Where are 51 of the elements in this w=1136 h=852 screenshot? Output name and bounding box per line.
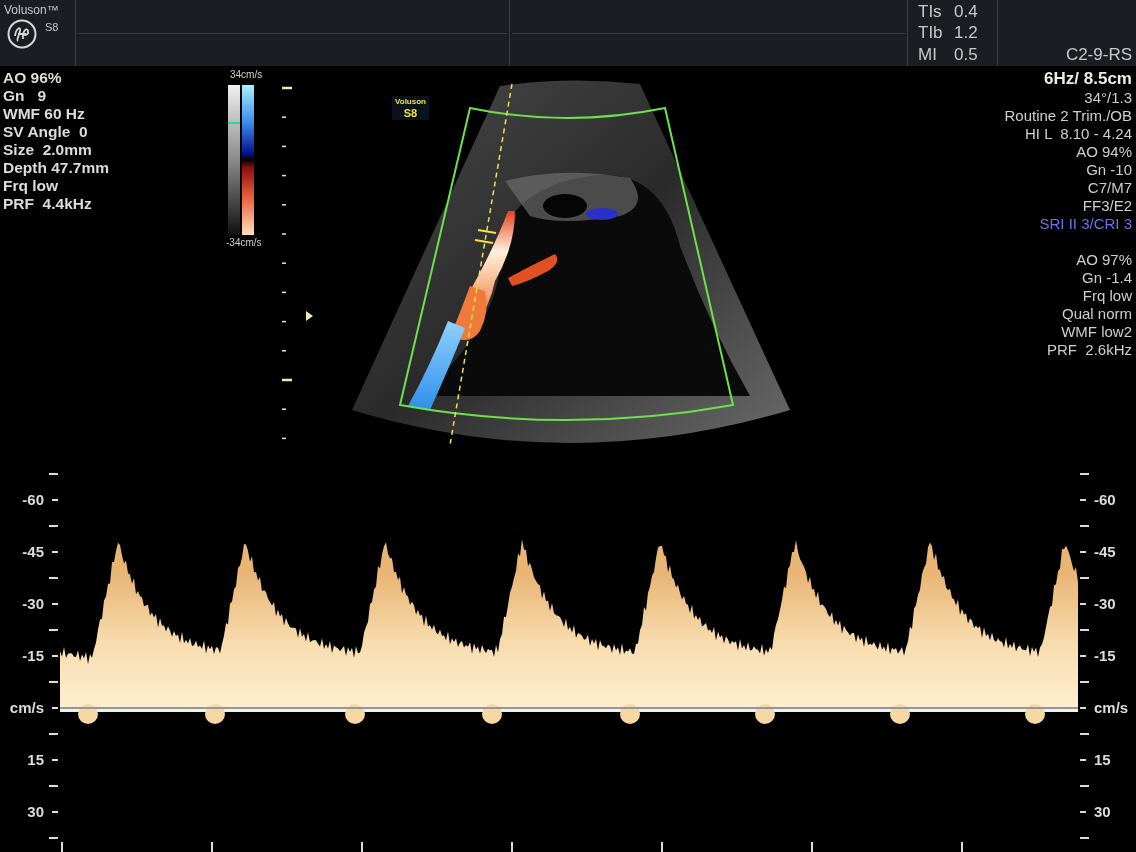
parameter-text: SV Angle 0 — [3, 123, 89, 141]
parameter-text: Qual norm — [1061, 305, 1132, 323]
image-watermark-label: Voluson S8 — [392, 96, 429, 120]
parameter-text: Gn -10 — [1086, 161, 1132, 179]
parameter-text: FF3/E2 — [1082, 197, 1132, 215]
axis-label: 15 — [1094, 750, 1111, 770]
index-label: TIb — [918, 23, 944, 45]
axis-label: cm/s — [1094, 698, 1129, 718]
axis-label: 30 — [1094, 802, 1111, 822]
parameter-text: PRF 2.6kHz — [1046, 341, 1132, 359]
parameter-text: 6Hz/ 8.5cm — [1044, 69, 1132, 89]
axis-label: 15 — [27, 750, 44, 770]
index-label: TIs — [918, 2, 943, 23]
axis-label: -60 — [22, 490, 44, 510]
axis-label: -15 — [22, 646, 44, 666]
parameter-text: Routine 2 Trim./OB — [1004, 107, 1132, 125]
axis-label: -15 — [1094, 646, 1116, 666]
parameter-text: AO 96% — [3, 69, 63, 87]
parameter-text: Frq low — [3, 177, 60, 195]
parameter-text: Frq low — [1082, 287, 1132, 305]
parameter-text: PRF 4.4kHz — [3, 195, 93, 213]
parameter-text: 34°/1.3 — [1084, 89, 1132, 107]
parameter-text: Size 2.0mm — [3, 141, 93, 159]
parameter-text: Depth 47.7mm — [3, 159, 110, 177]
parameter-text: WMF 60 Hz — [3, 105, 86, 123]
index-label: MI — [918, 44, 938, 66]
probe-text: C2-9-RS — [1065, 45, 1132, 65]
axis-label: -45 — [22, 542, 44, 562]
parameter-text: WMF low2 — [1061, 323, 1132, 341]
axis-label: -30 — [1094, 594, 1116, 614]
parameter-text: SRI II 3/CRI 3 — [1039, 215, 1132, 233]
velocity-scale-max: 34cm/s — [230, 69, 263, 81]
parameter-text: C7/M7 — [1087, 179, 1132, 197]
index-value: 1.2 — [954, 23, 979, 45]
parameter-text: HI L 8.10 - 4.24 — [1025, 125, 1132, 143]
parameter-text: Gn -1.4 — [1081, 269, 1132, 287]
model-text: S8 — [45, 21, 59, 33]
axis-label: -45 — [1094, 542, 1116, 562]
index-value: 0.5 — [954, 44, 979, 66]
axis-label: 30 — [27, 802, 44, 822]
parameter-text: AO 94% — [1076, 143, 1132, 161]
ge-logo-icon — [7, 19, 37, 49]
axis-label: cm/s — [9, 698, 44, 718]
index-value: 0.4 — [954, 2, 979, 23]
parameter-text: Gn 9 — [3, 87, 48, 105]
parameter-text: AO 97% — [1076, 251, 1132, 269]
axis-label: -30 — [22, 594, 44, 614]
axis-label: -60 — [1094, 490, 1116, 510]
focus-marker-icon[interactable] — [306, 311, 313, 321]
brand-text: Voluson™ — [4, 3, 60, 17]
velocity-scale-min: -34cm/s — [226, 237, 262, 249]
